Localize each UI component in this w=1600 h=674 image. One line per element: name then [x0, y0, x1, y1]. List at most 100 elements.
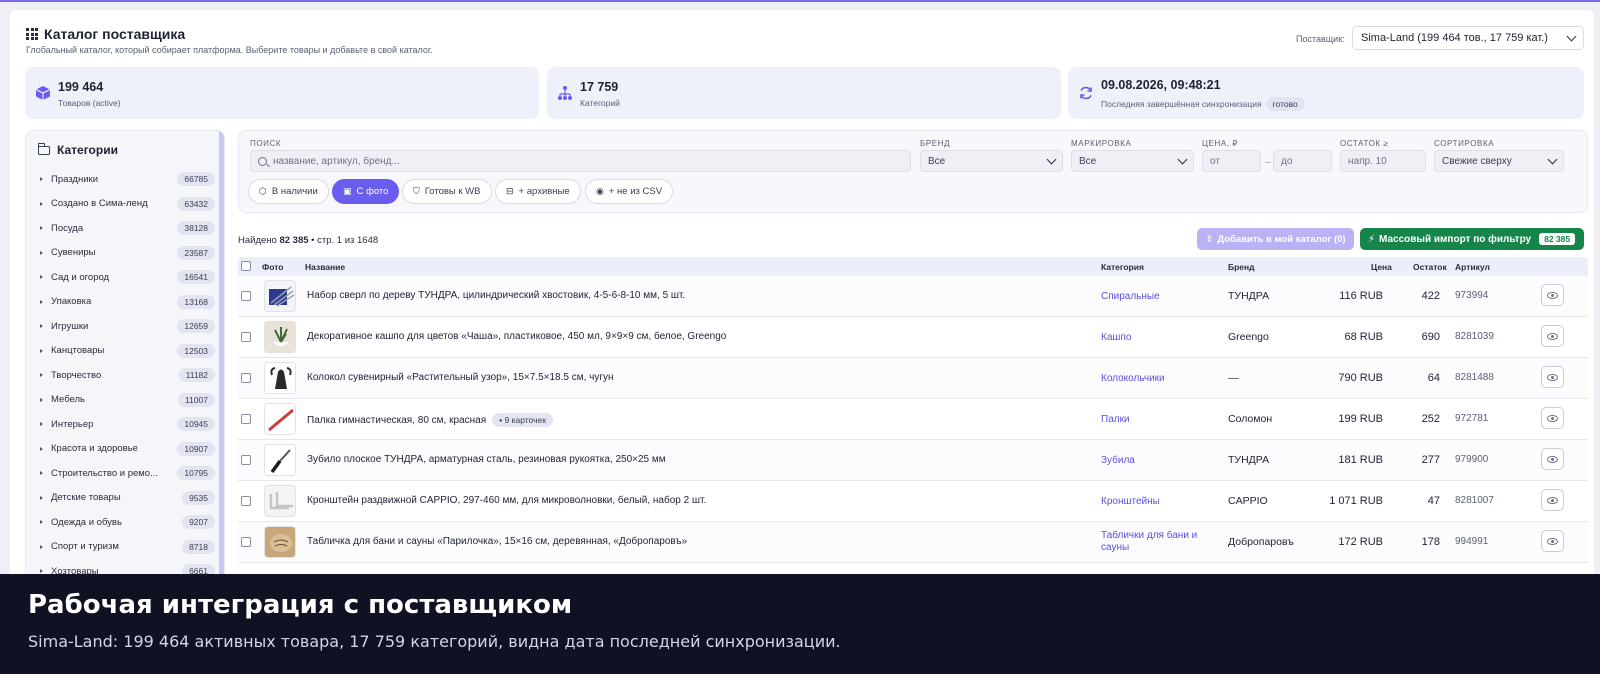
bulk-import-button[interactable]: ⚡ Массовый импорт по фильтру 82 385	[1360, 228, 1584, 250]
cards-count-badge: ▪ 9 карточек	[492, 413, 553, 427]
sort-select[interactable]: Свежие сверху	[1434, 150, 1564, 172]
category-link[interactable]: Палки	[1101, 414, 1213, 426]
table-row[interactable]: Декоративное кашпо для цветов «Чаша», пл…	[238, 317, 1588, 358]
row-checkbox[interactable]	[241, 414, 251, 424]
chip-in-stock[interactable]: ⬡ В наличии	[248, 179, 329, 204]
brand-cell: Добропаровъ	[1228, 536, 1294, 548]
page-info: • стр. 1 из 1648	[311, 235, 379, 246]
sidebar-item[interactable]: Красота и здоровье 10907	[40, 439, 215, 459]
brand-cell: Соломон	[1228, 413, 1273, 425]
view-button[interactable]	[1541, 489, 1564, 511]
brand-cell: —	[1228, 372, 1239, 384]
sidebar-item[interactable]: Сад и огород 16541	[40, 267, 215, 287]
sidebar-item[interactable]: Праздники 66785	[40, 169, 215, 189]
sidebar-item[interactable]: Детские товары 9535	[40, 488, 215, 508]
stat-card-sync: 09.08.2026, 09:48:21 Последняя завершённ…	[1068, 67, 1584, 119]
select-all-checkbox[interactable]	[241, 261, 251, 271]
sidebar-item-label: Спорт и туризм	[51, 541, 119, 552]
sidebar-item[interactable]: Строительство и ремо... 10795	[40, 463, 215, 483]
view-button[interactable]	[1541, 366, 1564, 388]
sidebar-item-count: 66785	[177, 172, 215, 186]
product-name-cell: Колокол сувенирный «Растительный узор», …	[307, 372, 614, 383]
product-name-cell: Зубило плоское ТУНДРА, арматурная сталь,…	[307, 454, 666, 465]
view-button[interactable]	[1541, 448, 1564, 470]
caret-right-icon	[40, 397, 43, 402]
category-link[interactable]: Спиральные	[1101, 291, 1213, 303]
sidebar-item[interactable]: Одежда и обувь 9207	[40, 512, 215, 532]
col-stock: Остаток	[1413, 262, 1447, 272]
sidebar-item[interactable]: Создано в Сима-ленд 63432	[40, 194, 215, 214]
category-link[interactable]: Таблички для бани и сауны	[1101, 530, 1213, 554]
product-name: Зубило плоское ТУНДРА, арматурная сталь,…	[307, 454, 666, 465]
row-checkbox[interactable]	[241, 496, 251, 506]
sidebar-item[interactable]: Канцтовары 12503	[40, 341, 215, 361]
table-row[interactable]: Зубило плоское ТУНДРА, арматурная сталь,…	[238, 440, 1588, 481]
chip-archived[interactable]: ⊟ + архивные	[495, 179, 581, 204]
stock-cell: 178	[1421, 536, 1440, 548]
row-checkbox[interactable]	[241, 373, 251, 383]
sku-cell: 994991	[1455, 536, 1489, 547]
price-to-input[interactable]: до	[1273, 150, 1332, 172]
category-link[interactable]: Кронштейны	[1101, 496, 1213, 508]
stock-cell: 252	[1421, 413, 1440, 425]
sidebar-item-count: 11007	[177, 392, 215, 407]
import-count-badge: 82 385	[1539, 233, 1576, 245]
category-link[interactable]: Колокольчики	[1101, 373, 1213, 385]
view-button[interactable]	[1541, 530, 1564, 552]
sidebar-item[interactable]: Игрушки 12659	[40, 316, 215, 336]
sidebar-scrollbar[interactable]	[219, 131, 224, 589]
col-name: Название	[305, 262, 346, 272]
table-row[interactable]: Кронштейн раздвижной CAPPIO, 297-460 мм,…	[238, 481, 1588, 522]
eye-icon: ◉	[596, 186, 604, 196]
brand-cell: CAPPIO	[1228, 495, 1268, 507]
eye-icon	[1547, 291, 1558, 299]
category-link[interactable]: Кашпо	[1101, 332, 1213, 344]
supplier-select[interactable]: Sima-Land (199 464 тов., 17 759 кат.)	[1352, 26, 1584, 50]
chip-not-csv[interactable]: ◉ + не из CSV	[585, 179, 674, 204]
sidebar-item[interactable]: Мебель 11007	[40, 390, 215, 410]
stat-caption: Товаров (active)	[58, 98, 121, 108]
eye-icon	[1547, 455, 1558, 463]
sidebar-item-count: 9535	[182, 490, 215, 505]
row-checkbox[interactable]	[241, 332, 251, 342]
row-checkbox[interactable]	[241, 455, 251, 465]
page-title-text: Каталог поставщика	[44, 26, 186, 42]
price-from-input[interactable]: от	[1202, 150, 1261, 172]
sidebar-item-count: 10907	[177, 441, 215, 456]
sidebar-item[interactable]: Интерьер 10945	[40, 414, 215, 434]
col-photo: Фото	[262, 262, 284, 272]
sidebar-item[interactable]: Сувениры 23587	[40, 243, 215, 263]
brand-select[interactable]: Все	[920, 150, 1063, 172]
view-button[interactable]	[1541, 325, 1564, 347]
category-link[interactable]: Зубила	[1101, 455, 1213, 467]
sku-cell: 979900	[1455, 454, 1489, 465]
chip-with-photo[interactable]: ▣ С фото	[332, 179, 400, 204]
table-row[interactable]: Колокол сувенирный «Растительный узор», …	[238, 358, 1588, 399]
product-name: Кронштейн раздвижной CAPPIO, 297-460 мм,…	[307, 495, 707, 506]
sidebar-item[interactable]: Творчество 11182	[40, 365, 215, 385]
sku-cell: 973994	[1455, 290, 1489, 301]
product-name-cell: Декоративное кашпо для цветов «Чаша», пл…	[307, 331, 726, 342]
table-row[interactable]: Палка гимнастическая, 80 см, красная ▪ 9 …	[238, 399, 1588, 440]
view-button[interactable]	[1541, 284, 1564, 306]
view-button[interactable]	[1541, 407, 1564, 429]
add-to-catalog-button[interactable]: ⇪ Добавить в мой каталог (0)	[1197, 228, 1354, 250]
brand-cell: ТУНДРА	[1228, 290, 1270, 302]
table-row[interactable]: Набор сверл по дереву ТУНДРА, цилиндриче…	[238, 276, 1588, 317]
search-icon	[258, 156, 267, 166]
search-input[interactable]: название, артикул, бренд...	[250, 150, 911, 172]
sidebar-item-label: Упаковка	[51, 296, 92, 307]
sidebar-item[interactable]: Упаковка 13168	[40, 292, 215, 312]
chip-ready-wb[interactable]: ⛉ Готовы к WB	[402, 179, 492, 204]
archive-icon: ⊟	[506, 186, 514, 196]
row-checkbox[interactable]	[241, 537, 251, 547]
row-checkbox[interactable]	[241, 291, 251, 301]
table-row[interactable]: Табличка для бани и сауны «Парилочка», 1…	[238, 522, 1588, 563]
sidebar-item-label: Детские товары	[51, 492, 121, 503]
stock-input[interactable]: напр. 10	[1340, 150, 1426, 172]
sidebar-item[interactable]: Спорт и туризм 8718	[40, 537, 215, 557]
sidebar-item[interactable]: Посуда 38128	[40, 218, 215, 238]
price-cell: 790 RUB	[1338, 372, 1383, 384]
brand-select-value: Все	[928, 155, 946, 167]
marking-select[interactable]: Все	[1071, 150, 1194, 172]
